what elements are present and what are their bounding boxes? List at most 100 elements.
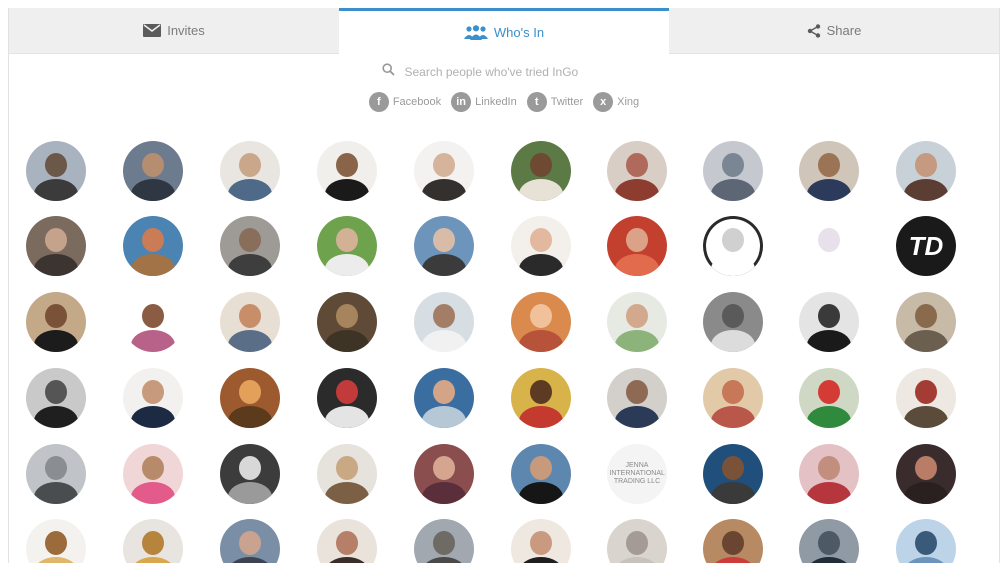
person-avatar[interactable] [896,444,956,504]
avatar-body [325,254,369,276]
person-avatar[interactable] [799,368,859,428]
person-avatar[interactable] [511,368,571,428]
avatar-head [433,380,455,404]
person-avatar[interactable] [799,444,859,504]
person-avatar[interactable] [26,216,86,276]
avatar-head [142,380,164,404]
avatar-body [807,557,851,563]
avatar-body [34,254,78,276]
person-avatar[interactable] [703,216,763,276]
avatar-head [239,228,261,252]
person-avatar[interactable] [703,519,763,563]
avatar-body [131,406,175,428]
avatar-body [711,406,755,428]
avatar-head [915,380,937,404]
person-avatar[interactable] [26,444,86,504]
avatar-body [131,557,175,563]
person-avatar[interactable] [607,216,667,276]
avatar-head [433,228,455,252]
avatar-body [807,406,851,428]
person-avatar[interactable] [123,216,183,276]
person-avatar[interactable] [123,519,183,563]
avatar-head [45,228,67,252]
person-avatar[interactable] [123,141,183,201]
person-avatar[interactable] [511,292,571,352]
person-avatar[interactable] [703,141,763,201]
person-avatar[interactable] [26,519,86,563]
person-avatar[interactable] [220,292,280,352]
person-avatar[interactable] [896,519,956,563]
person-avatar[interactable] [799,216,859,276]
person-avatar[interactable] [414,444,474,504]
avatar-body [615,254,659,276]
avatar-body [131,330,175,352]
person-avatar[interactable] [220,519,280,563]
avatar-body [34,557,78,563]
person-avatar[interactable] [414,216,474,276]
person-avatar[interactable] [703,368,763,428]
avatar-head [45,153,67,177]
avatar-head [818,304,840,328]
person-avatar[interactable] [607,368,667,428]
person-avatar[interactable] [317,141,377,201]
person-avatar[interactable] [317,292,377,352]
person-avatar[interactable] [220,368,280,428]
person-avatar[interactable] [896,368,956,428]
person-avatar[interactable] [511,519,571,563]
avatar-head [239,456,261,480]
person-avatar[interactable] [896,292,956,352]
person-avatar[interactable] [896,141,956,201]
person-avatar[interactable] [414,368,474,428]
person-avatar[interactable] [414,292,474,352]
person-avatar[interactable] [317,444,377,504]
person-avatar[interactable] [703,444,763,504]
avatar-head [433,304,455,328]
person-avatar[interactable] [123,368,183,428]
person-avatar[interactable] [511,141,571,201]
avatar-head [915,153,937,177]
person-avatar[interactable] [317,368,377,428]
avatar-body [34,482,78,504]
person-avatar[interactable] [799,292,859,352]
avatar-head [530,380,552,404]
person-avatar[interactable] [317,519,377,563]
avatar-head [239,531,261,555]
avatar-body [325,406,369,428]
avatar-head [142,304,164,328]
person-avatar[interactable] [414,519,474,563]
avatar-head [722,380,744,404]
avatar-body [131,482,175,504]
avatar-head [45,531,67,555]
person-avatar[interactable] [703,292,763,352]
person-avatar[interactable] [511,444,571,504]
avatar-head [818,380,840,404]
person-avatar[interactable] [220,141,280,201]
person-avatar[interactable] [799,519,859,563]
person-avatar[interactable]: JENNA INTERNATIONAL TRADING LLC [607,444,667,504]
avatar-body [228,557,272,563]
avatar-head [239,380,261,404]
avatar-body [131,254,175,276]
person-avatar[interactable] [220,444,280,504]
person-avatar[interactable] [607,519,667,563]
avatar-head [45,456,67,480]
avatar-head [45,304,67,328]
avatar-head [626,153,648,177]
person-avatar[interactable]: TD [896,216,956,276]
person-avatar[interactable] [414,141,474,201]
person-avatar[interactable] [220,216,280,276]
person-avatar[interactable] [511,216,571,276]
person-avatar[interactable] [799,141,859,201]
person-avatar[interactable] [123,444,183,504]
avatar-body [34,179,78,201]
person-avatar[interactable] [317,216,377,276]
person-avatar[interactable] [607,141,667,201]
person-avatar[interactable] [26,141,86,201]
person-avatar[interactable] [26,292,86,352]
person-avatar[interactable] [123,292,183,352]
avatar-body [325,557,369,563]
person-avatar[interactable] [26,368,86,428]
avatar-logo-text: JENNA INTERNATIONAL TRADING LLC [609,462,665,485]
person-avatar[interactable] [607,292,667,352]
avatar-body [228,482,272,504]
